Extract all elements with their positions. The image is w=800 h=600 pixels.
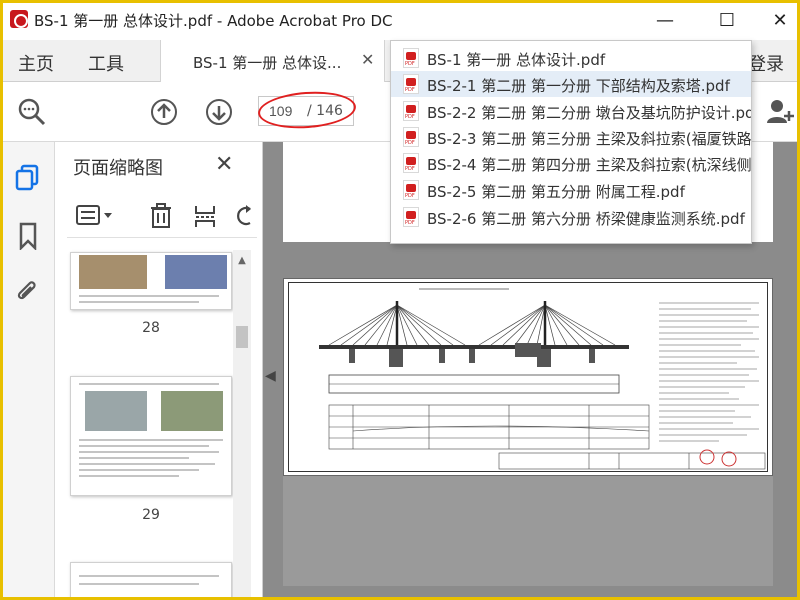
thumbnail-text-line [79,469,199,471]
pdf-file-icon [403,101,419,121]
minimize-button[interactable]: — [645,4,685,36]
thumbnail-page-30[interactable] [70,562,232,600]
acrobat-app-icon [10,10,28,28]
thumbnail-text-line [79,475,179,477]
thumbnail-page-number: 28 [142,320,160,336]
login-link[interactable]: 登录 [748,50,784,76]
open-document-item[interactable]: BS-2-2 第二册 第二分册 墩台及基坑防护设计.pdf [391,98,751,124]
navigation-rail [0,142,55,600]
open-document-label: BS-2-2 第二册 第二分册 墩台及基坑防护设计.pdf [427,104,751,122]
pdf-file-icon [403,207,419,227]
document-tab[interactable]: BS-1 第一册 总体设... ✕ [160,40,385,82]
title-bar: BS-1 第一册 总体设计.pdf - Adobe Acrobat Pro DC… [0,0,800,40]
open-document-label: BS-2-6 第二册 第六分册 桥梁健康监测系统.pdf [427,210,745,228]
thumbnail-photo [161,391,223,431]
open-documents-dropdown: BS-1 第一册 总体设计.pdf BS-2-1 第二册 第一分册 下部结构及索… [390,40,752,244]
thumbnail-photo [85,391,147,431]
add-user-icon[interactable] [764,96,796,128]
open-document-item[interactable]: BS-2-5 第二册 第五分册 附属工程.pdf [391,177,751,203]
thumbnail-text-line [79,295,219,297]
pdf-file-icon [403,153,419,173]
open-document-item[interactable]: BS-2-4 第二册 第四分册 主梁及斜拉索(杭深线侧) [391,150,751,176]
close-tab-icon[interactable]: ✕ [361,50,374,69]
open-document-label: BS-2-3 第二册 第三分册 主梁及斜拉索(福厦铁路... [427,130,751,148]
thumbnail-text-line [79,445,209,447]
rotate-page-icon[interactable] [233,202,253,230]
pdf-file-icon [403,48,419,68]
thumbnails-scrollbar[interactable] [233,250,251,600]
page-down-icon[interactable] [203,96,235,128]
pdf-file-icon [403,74,419,94]
open-document-label: BS-1 第一册 总体设计.pdf [427,51,606,69]
thumbnails-panel-title: 页面缩略图 [73,158,163,179]
thumbnails-scroll-thumb[interactable] [236,326,248,348]
bookmark-icon[interactable] [14,222,42,250]
open-document-item[interactable]: BS-2-6 第二册 第六分册 桥梁健康监测系统.pdf [391,204,751,230]
extract-page-icon[interactable] [191,202,219,230]
scroll-up-arrow-icon[interactable]: ▲ [236,255,248,267]
pdf-file-icon [403,127,419,147]
open-document-item[interactable]: BS-2-1 第二册 第一分册 下部结构及索塔.pdf [391,71,751,97]
open-document-label: BS-2-4 第二册 第四分册 主梁及斜拉索(杭深线侧) [427,156,751,174]
open-document-label: BS-2-1 第二册 第一分册 下部结构及索塔.pdf [427,77,730,95]
thumbnail-photo [165,255,227,289]
thumbnail-text-line [79,383,219,385]
page-thumbnails-icon[interactable] [14,164,42,192]
thumbnail-page-29[interactable] [70,376,232,496]
thumbnails-panel: 页面缩略图 ✕ [55,142,263,600]
close-window-button[interactable]: ✕ [760,4,800,36]
thumbnail-page-28[interactable] [70,252,232,310]
document-tab-label: BS-1 第一册 总体设... [193,54,342,72]
open-document-item[interactable]: BS-1 第一册 总体设计.pdf [391,45,751,71]
collapse-panel-icon[interactable]: ◀ [265,368,276,384]
thumbnail-page-number: 29 [142,507,160,523]
attachment-icon[interactable] [14,278,42,306]
thumbnail-photo [79,255,147,289]
engineering-drawing [288,282,768,472]
maximize-button[interactable]: ☐ [707,4,747,36]
delete-page-icon[interactable] [147,202,175,230]
thumbnail-text-line [79,575,219,577]
close-thumbnails-icon[interactable]: ✕ [215,152,233,177]
thumbnail-text-line [79,457,189,459]
thumbnails-toolbar [67,198,257,238]
thumbnail-text-line [79,301,199,303]
tools-menu[interactable]: 工具 [88,50,124,76]
home-menu[interactable]: 主页 [18,50,54,76]
thumbnail-options-icon[interactable] [73,202,117,230]
thumbnail-text-line [79,439,223,441]
search-icon[interactable] [16,96,48,128]
next-page-area [283,476,773,586]
thumbnail-text-line [79,583,199,585]
open-document-item[interactable]: BS-2-3 第二册 第三分册 主梁及斜拉索(福厦铁路... [391,124,751,150]
pdf-file-icon [403,180,419,200]
thumbnail-text-line [79,463,215,465]
page-up-icon[interactable] [148,96,180,128]
window-title: BS-1 第一册 总体设计.pdf - Adobe Acrobat Pro DC [34,12,393,30]
thumbnail-text-line [79,451,219,453]
open-document-label: BS-2-5 第二册 第五分册 附属工程.pdf [427,183,685,201]
